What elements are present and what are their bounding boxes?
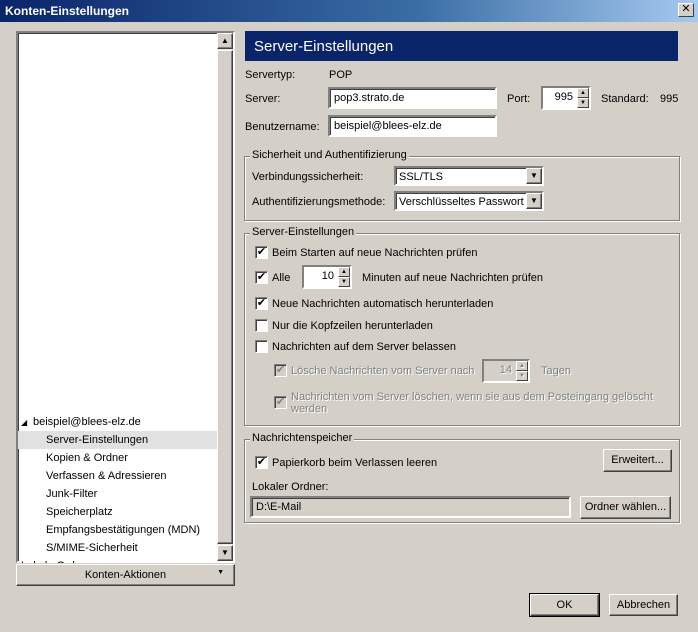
spin-down-icon[interactable]: ▼ (338, 277, 350, 287)
leave-on-server-checkbox[interactable] (255, 340, 268, 353)
username-field[interactable]: beispiel@blees-elz.de (328, 115, 497, 137)
local-folder-label: Lokaler Ordner: (252, 481, 329, 493)
connection-security-label: Verbindungssicherheit: (252, 171, 364, 183)
scroll-thumb[interactable] (217, 50, 233, 544)
account-actions-button[interactable]: Konten-Aktionen ▼ (16, 564, 235, 586)
check-every-label: Alle (272, 272, 291, 284)
tree-item-account[interactable]: ◢ beispiel@blees-elz.de (18, 413, 218, 431)
window-titlebar: Konten-Einstellungen ✕ (0, 0, 698, 22)
server-label: Server: (245, 93, 281, 105)
spin-down-icon[interactable]: ▼ (577, 98, 589, 108)
auto-download-label: Neue Nachrichten automatisch herunterlad… (272, 298, 494, 310)
delete-after-stepper[interactable]: 14 ▲ ▼ (482, 359, 530, 383)
security-group-title: Sicherheit und Authentifizierung (250, 149, 409, 161)
expand-icon[interactable]: ◢ (21, 414, 33, 431)
connection-security-select[interactable]: SSL/TLS ▼ (394, 166, 544, 186)
delete-after-checkbox[interactable]: ✔ (274, 364, 287, 377)
connection-security-value: SSL/TLS (399, 171, 444, 183)
storage-group-title: Nachrichtenspeicher (250, 432, 355, 444)
advanced-button[interactable]: Erweitert... (603, 449, 672, 472)
check-every-checkbox[interactable]: ✔ (255, 271, 268, 284)
check-every-suffix: Minuten auf neue Nachrichten prüfen (362, 272, 544, 284)
auth-method-select[interactable]: Verschlüsseltes Passwort ▼ (394, 191, 544, 211)
headers-only-label: Nur die Kopfzeilen herunterladen (272, 320, 433, 332)
close-icon[interactable]: ✕ (678, 3, 694, 17)
tree-items: ◢ beispiel@blees-elz.de Server-Einstellun… (18, 413, 218, 563)
tree-item-junk-filter[interactable]: Junk-Filter (18, 485, 218, 503)
chevron-down-icon[interactable]: ▼ (526, 193, 542, 209)
tree-item-server-settings[interactable]: Server-Einstellungen (18, 431, 218, 449)
tree-item-return-receipts[interactable]: Empfangsbestätigungen (MDN) (18, 521, 218, 539)
check-on-start-checkbox[interactable]: ✔ (255, 246, 268, 259)
port-arrows[interactable]: ▲ ▼ (577, 88, 589, 108)
headers-only-checkbox[interactable] (255, 319, 268, 332)
spin-down-icon[interactable]: ▼ (516, 371, 528, 381)
port-label: Port: (507, 93, 531, 105)
auth-method-value: Verschlüsseltes Passwort (399, 196, 524, 208)
servertype-value: POP (329, 69, 353, 81)
scroll-up-icon[interactable]: ▲ (217, 33, 233, 49)
tree-item-disk-space[interactable]: Speicherplatz (18, 503, 218, 521)
ok-button[interactable]: OK (529, 593, 600, 617)
page-title: Server-Einstellungen (245, 31, 678, 61)
delete-after-value[interactable]: 14 (484, 361, 516, 381)
chevron-down-icon[interactable]: ▼ (526, 168, 542, 184)
standard-value: 995 (660, 93, 679, 105)
check-interval-stepper[interactable]: 10 ▲ ▼ (302, 265, 352, 289)
choose-folder-button[interactable]: Ordner wählen... (580, 496, 671, 519)
tree-item-smime[interactable]: S/MIME-Sicherheit (18, 539, 218, 557)
server-settings-group-title: Server-Einstellungen (250, 226, 357, 238)
tree-scrollbar[interactable]: ▲ ▼ (217, 33, 233, 561)
account-label: beispiel@blees-elz.de (33, 416, 141, 428)
check-interval-arrows[interactable]: ▲ ▼ (338, 267, 350, 287)
spin-up-icon[interactable]: ▲ (338, 267, 350, 277)
spin-up-icon[interactable]: ▲ (516, 361, 528, 371)
auto-download-checkbox[interactable]: ✔ (255, 297, 268, 310)
check-on-start-label: Beim Starten auf neue Nachrichten prüfen (272, 247, 478, 259)
standard-label: Standard: (601, 93, 649, 105)
auth-method-label: Authentifizierungsmethode: (252, 196, 386, 208)
tree-item-composition[interactable]: Verfassen & Adressieren (18, 467, 218, 485)
delete-after-suffix: Tagen (541, 365, 571, 377)
port-stepper[interactable]: 995 ▲ ▼ (541, 86, 591, 110)
delete-after-arrows[interactable]: ▲ ▼ (516, 361, 528, 381)
empty-trash-label: Papierkorb beim Verlassen leeren (272, 457, 438, 469)
server-field[interactable]: pop3.strato.de (328, 87, 497, 109)
account-actions-label: Konten-Aktionen (84, 569, 167, 581)
check-interval-value[interactable]: 10 (304, 267, 338, 287)
delete-when-deleted-label: Nachrichten vom Server löschen, wenn sie… (291, 391, 653, 415)
delete-when-deleted-checkbox[interactable]: ✔ (274, 396, 287, 409)
tree-item-copies-folders[interactable]: Kopien & Ordner (18, 449, 218, 467)
username-label: Benutzername: (245, 121, 320, 133)
port-value[interactable]: 995 (543, 88, 577, 108)
leave-on-server-label: Nachrichten auf dem Server belassen (272, 341, 457, 353)
cancel-button[interactable]: Abbrechen (609, 594, 678, 616)
delete-after-label: Lösche Nachrichten vom Server nach (291, 365, 475, 377)
account-tree[interactable]: ◢ beispiel@blees-elz.de Server-Einstellun… (16, 31, 235, 563)
tree-item-local-folders[interactable]: Lokale Ordner (18, 557, 218, 563)
scroll-down-icon[interactable]: ▼ (217, 545, 233, 561)
local-folder-field[interactable]: D:\E-Mail (250, 496, 571, 518)
empty-trash-checkbox[interactable]: ✔ (255, 456, 268, 469)
servertype-label: Servertyp: (245, 69, 296, 81)
spin-up-icon[interactable]: ▲ (577, 88, 589, 98)
dropdown-icon: ▼ (217, 569, 224, 576)
window-title: Konten-Einstellungen (5, 4, 129, 18)
